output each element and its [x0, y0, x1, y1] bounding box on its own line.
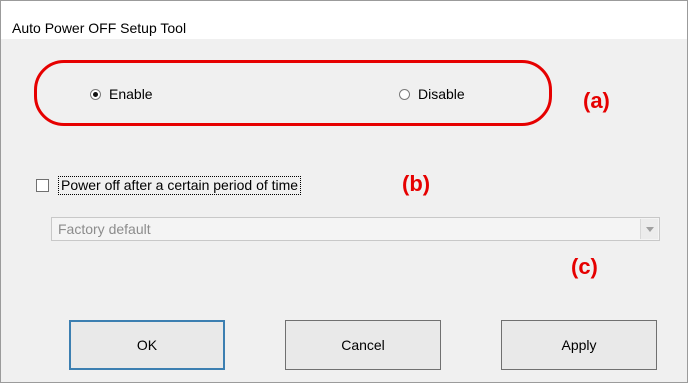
enable-label: Enable [109, 86, 153, 102]
select-value: Factory default [58, 221, 151, 237]
annotation-label-b: (b) [402, 171, 431, 196]
annotation-label-c: (c) [571, 254, 598, 279]
chevron-down-icon[interactable] [640, 219, 658, 239]
power-off-checkbox[interactable] [36, 179, 49, 192]
disable-radio-option[interactable]: Disable [399, 86, 465, 102]
cancel-button[interactable]: Cancel [285, 320, 441, 370]
power-off-checkbox-option[interactable]: Power off after a certain period of time [36, 176, 302, 195]
title-bar: Auto Power OFF Setup Tool [1, 1, 687, 39]
enable-radio[interactable] [90, 88, 101, 100]
disable-radio[interactable] [399, 88, 410, 100]
apply-button[interactable]: Apply [501, 320, 657, 370]
annotation-label-a: (a) [583, 88, 610, 113]
ok-button[interactable]: OK [69, 320, 225, 370]
window-title: Auto Power OFF Setup Tool [12, 20, 187, 36]
power-off-checkbox-label: Power off after a certain period of time [58, 176, 302, 195]
enable-radio-option[interactable]: Enable [90, 86, 153, 102]
disable-label: Disable [418, 86, 465, 102]
power-off-period-select[interactable]: Factory default [51, 217, 660, 241]
